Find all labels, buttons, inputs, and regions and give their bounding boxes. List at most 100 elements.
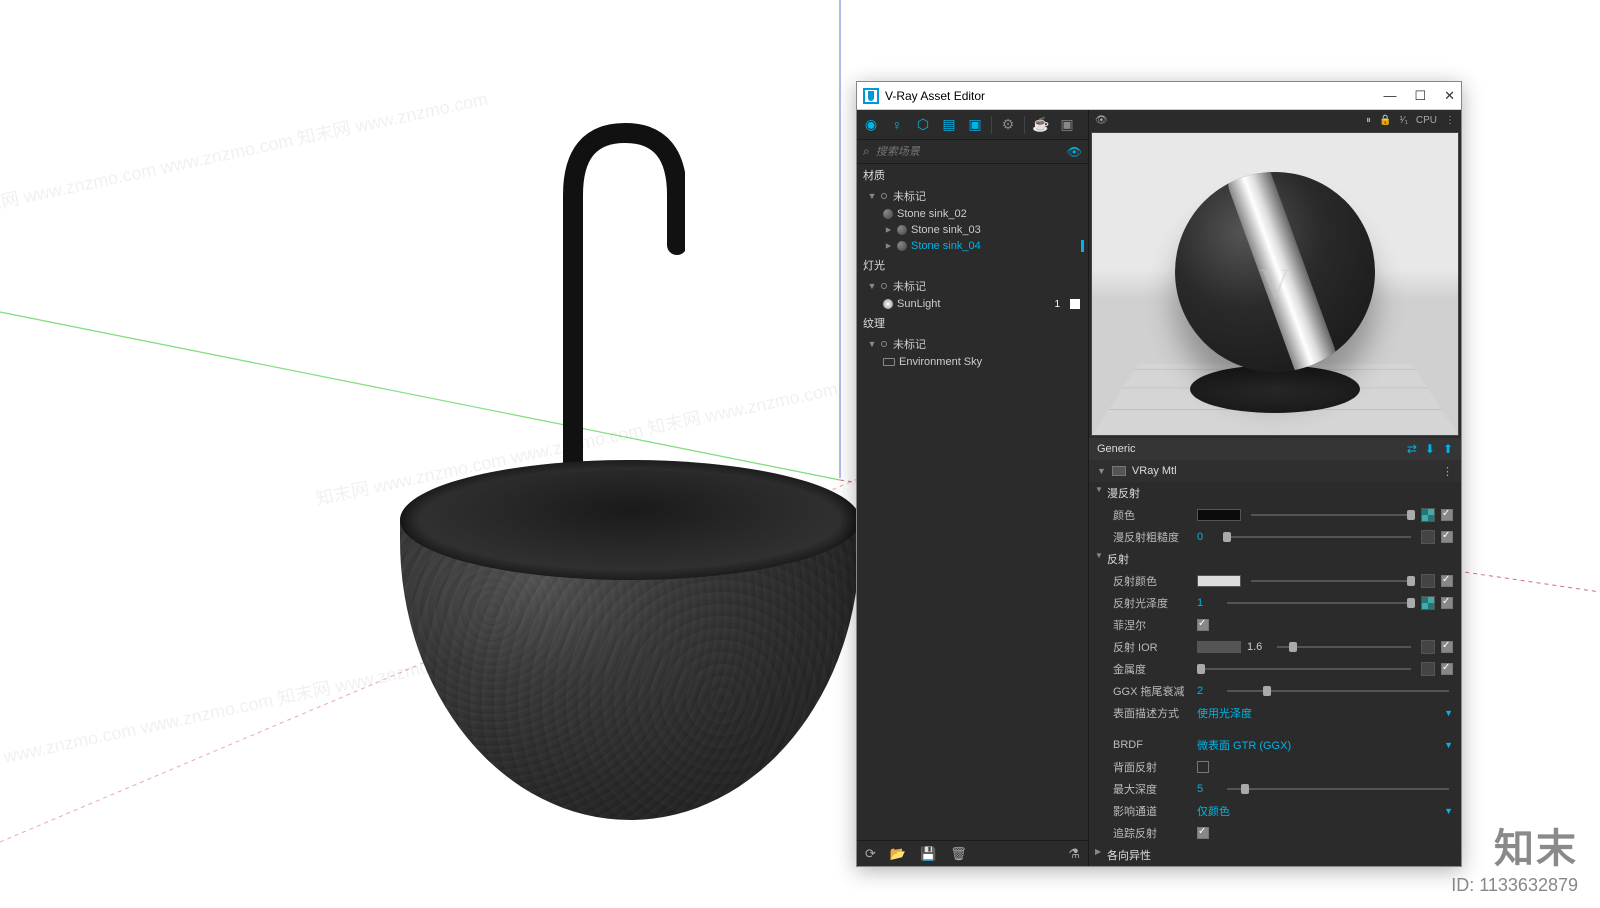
prop-reflect-gloss[interactable]: 反射光泽度1	[1089, 592, 1461, 614]
enable-checkbox[interactable]	[1197, 827, 1209, 839]
render-tab-icon[interactable]: ▣	[965, 115, 985, 135]
enable-checkbox[interactable]	[1441, 509, 1453, 521]
prop-reflect-color[interactable]: 反射颜色	[1089, 570, 1461, 592]
color-swatch[interactable]	[1197, 509, 1241, 521]
delete-icon[interactable]: 🗑	[950, 846, 967, 862]
search-bar: ⌕ 👁	[857, 140, 1088, 164]
enable-checkbox[interactable]	[1197, 619, 1209, 631]
generic-header: Generic ⇄ ⬇ ⬆	[1089, 438, 1461, 460]
prop-color[interactable]: 颜色	[1089, 504, 1461, 526]
texture-slot-icon[interactable]	[1421, 508, 1435, 522]
stone-sink-model	[400, 460, 860, 840]
export-icon[interactable]: ⬆	[1443, 442, 1453, 456]
asset-id-label: ID: 1133632879	[1451, 875, 1578, 896]
chevron-down-icon[interactable]: ▼	[1444, 740, 1453, 750]
property-pane: 👁 ⏸ 🔒 ¹⁄₁ CPU ⋮ V Generic ⇄ ⬇ ⬆	[1089, 110, 1461, 866]
prop-metalness[interactable]: 金属度	[1089, 658, 1461, 680]
material-swatch-icon	[1112, 466, 1126, 476]
save-icon[interactable]: 💾	[920, 846, 936, 862]
property-list[interactable]: 漫反射 颜色 漫反射粗糙度0 反射 反射颜色 反射光泽度1 菲涅尔 反射 IOR…	[1089, 482, 1461, 866]
light-enable-checkbox[interactable]	[1070, 299, 1080, 309]
preview-toolbar: 👁 ⏸ 🔒 ¹⁄₁ CPU ⋮	[1089, 110, 1461, 130]
enable-checkbox[interactable]	[1441, 575, 1453, 587]
prop-ggx-tail[interactable]: GGX 拖尾衰减2	[1089, 680, 1461, 702]
search-input[interactable]	[876, 146, 1061, 158]
materials-tab-icon[interactable]: ◉	[861, 115, 881, 135]
preview-menu-icon[interactable]: ⋮	[1445, 115, 1455, 126]
prop-reflect-ior[interactable]: 反射 IOR1.6	[1089, 636, 1461, 658]
prop-affect-channels[interactable]: 影响通道仅颜色▼	[1089, 800, 1461, 822]
prop-diffuse-roughness[interactable]: 漫反射粗糙度0	[1089, 526, 1461, 548]
material-preview[interactable]: V	[1091, 132, 1459, 436]
texture-slot-icon[interactable]	[1421, 640, 1435, 654]
enable-checkbox[interactable]	[1441, 641, 1453, 653]
prop-backside-reflect[interactable]: 背面反射	[1089, 756, 1461, 778]
brand-watermark: 知末	[1494, 816, 1578, 874]
section-diffuse[interactable]: 漫反射	[1089, 482, 1461, 504]
pause-icon[interactable]: ⏸	[1366, 115, 1371, 126]
lock-icon[interactable]: 🔒	[1379, 115, 1391, 126]
purge-icon[interactable]: ⚗	[1068, 846, 1080, 862]
prop-brdf[interactable]: BRDF微表面 GTR (GGX)▼	[1089, 734, 1461, 756]
section-anisotropy[interactable]: 各向异性	[1089, 844, 1461, 866]
enable-checkbox[interactable]	[1197, 761, 1209, 773]
prop-max-depth[interactable]: 最大深度5	[1089, 778, 1461, 800]
left-bottom-toolbar: ⟳ 📂 💾 🗑 ⚗	[857, 840, 1088, 866]
prop-trace-reflect[interactable]: 追踪反射	[1089, 822, 1461, 844]
tree-material-item[interactable]: Stone sink_02	[857, 206, 1088, 222]
lock-swatch[interactable]	[1197, 641, 1241, 653]
enable-checkbox[interactable]	[1441, 663, 1453, 675]
preset-icon[interactable]: ⇄	[1407, 442, 1417, 456]
tree-group-untagged[interactable]: ▼未标记	[857, 334, 1088, 354]
import-icon[interactable]: ⬇	[1425, 442, 1435, 456]
teapot-render-icon[interactable]: ☕	[1031, 115, 1051, 135]
lights-tab-icon[interactable]: ♀	[887, 115, 907, 135]
texture-slot-icon[interactable]	[1421, 662, 1435, 676]
preview-fraction: ¹⁄₁	[1400, 115, 1408, 126]
geometry-tab-icon[interactable]: ⬡	[913, 115, 933, 135]
chevron-down-icon[interactable]: ▼	[1444, 708, 1453, 718]
asset-tree[interactable]: 材质 ▼未标记 Stone sink_02 ▼Stone sink_03 ▼St…	[857, 164, 1088, 840]
vray-logo-icon	[863, 88, 879, 104]
maximize-button[interactable]: ☐	[1414, 88, 1426, 104]
asset-tree-pane: ◉ ♀ ⬡ ▤ ▣ ⚙ ☕ ▣ ⌕ 👁 材质 ▼未标记 Stone sink_0…	[857, 110, 1089, 866]
open-folder-icon[interactable]: 📂	[890, 846, 906, 862]
tree-light-sunlight[interactable]: SunLight1	[857, 296, 1088, 312]
prop-fresnel[interactable]: 菲涅尔	[1089, 614, 1461, 636]
textures-tab-icon[interactable]: ▤	[939, 115, 959, 135]
color-swatch[interactable]	[1197, 575, 1241, 587]
materials-header: 材质	[857, 164, 1088, 186]
close-button[interactable]: ✕	[1444, 88, 1455, 104]
minimize-button[interactable]: —	[1383, 88, 1396, 104]
settings-icon[interactable]: ⚙	[998, 115, 1018, 135]
frame-buffer-icon[interactable]: ▣	[1057, 115, 1077, 135]
preview-mode-cpu[interactable]: CPU	[1416, 115, 1437, 126]
vray-asset-editor-window[interactable]: V-Ray Asset Editor — ☐ ✕ ◉ ♀ ⬡ ▤ ▣ ⚙ ☕ ▣…	[856, 81, 1462, 867]
section-reflect[interactable]: 反射	[1089, 548, 1461, 570]
enable-checkbox[interactable]	[1441, 597, 1453, 609]
category-toolbar: ◉ ♀ ⬡ ▤ ▣ ⚙ ☕ ▣	[857, 110, 1088, 140]
texture-slot-icon[interactable]	[1421, 596, 1435, 610]
textures-header: 纹理	[857, 312, 1088, 334]
tree-group-untagged[interactable]: ▼未标记	[857, 276, 1088, 296]
window-title: V-Ray Asset Editor	[885, 89, 985, 103]
faucet-model	[555, 115, 685, 485]
enable-checkbox[interactable]	[1441, 531, 1453, 543]
refresh-icon[interactable]: ⟳	[865, 846, 876, 862]
preview-visibility-icon[interactable]: 👁	[1095, 115, 1108, 126]
prop-surface-mode[interactable]: 表面描述方式使用光泽度▼	[1089, 702, 1461, 724]
tree-group-untagged[interactable]: ▼未标记	[857, 186, 1088, 206]
material-menu-icon[interactable]: ⋮	[1442, 465, 1453, 478]
vray-watermark-icon: V	[1259, 259, 1291, 310]
tree-texture-env-sky[interactable]: Environment Sky	[857, 354, 1088, 370]
tree-material-item-selected[interactable]: ▼Stone sink_04	[857, 238, 1088, 254]
titlebar[interactable]: V-Ray Asset Editor — ☐ ✕	[857, 82, 1461, 110]
chevron-down-icon[interactable]: ▼	[1444, 806, 1453, 816]
search-icon: ⌕	[863, 144, 870, 159]
texture-slot-icon[interactable]	[1421, 530, 1435, 544]
tree-material-item[interactable]: ▼Stone sink_03	[857, 222, 1088, 238]
vraymtl-row[interactable]: ▼ VRay Mtl⋮	[1089, 460, 1461, 482]
texture-slot-icon[interactable]	[1421, 574, 1435, 588]
filter-toggle-icon[interactable]: 👁	[1067, 145, 1082, 159]
lights-header: 灯光	[857, 254, 1088, 276]
